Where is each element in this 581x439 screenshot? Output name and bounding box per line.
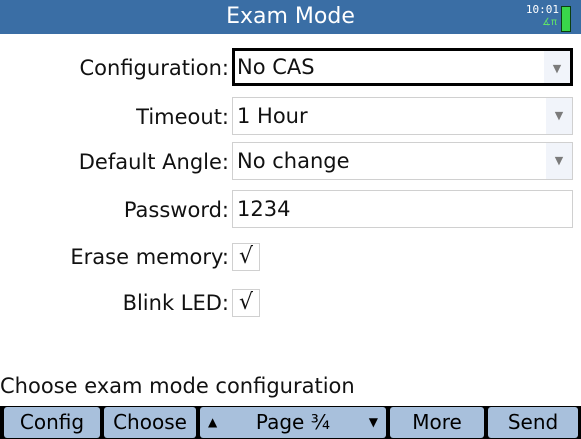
config-button[interactable]: Config (4, 407, 100, 438)
chevron-down-icon[interactable]: ▼ (546, 143, 572, 179)
configuration-value: No CAS (237, 55, 315, 79)
timeout-row: Timeout: 1 Hour ▼ (0, 97, 581, 137)
erase-memory-row: Erase memory: √ (0, 237, 581, 277)
blink-led-label: Blink LED: (122, 291, 229, 315)
title-bar: Exam Mode 10:01 ∡π (0, 0, 581, 34)
page-indicator[interactable]: ▲ Page ³⁄₄ ▼ (200, 407, 386, 438)
choose-button[interactable]: Choose (104, 407, 196, 438)
clock: 10:01 (525, 3, 559, 16)
configuration-label: Configuration: (79, 56, 230, 80)
password-field[interactable]: 1234 (232, 190, 573, 228)
help-text: Choose exam mode configuration (0, 374, 355, 398)
default-angle-dropdown[interactable]: No change ▼ (232, 142, 573, 180)
app-title: Exam Mode (226, 4, 355, 29)
page-down-icon[interactable]: ▼ (369, 407, 378, 438)
page-label: Page ³⁄₄ (255, 410, 331, 434)
configuration-dropdown[interactable]: No CAS ▼ (232, 48, 573, 86)
chevron-down-icon[interactable]: ▼ (544, 51, 570, 83)
erase-memory-checkbox[interactable]: √ (232, 243, 260, 271)
timeout-dropdown[interactable]: 1 Hour ▼ (232, 97, 573, 135)
password-value: 1234 (237, 197, 291, 221)
erase-memory-label: Erase memory: (70, 245, 229, 269)
more-button[interactable]: More (390, 407, 484, 438)
timeout-label: Timeout: (136, 105, 229, 129)
blink-led-checkbox[interactable]: √ (232, 289, 260, 317)
configuration-row: Configuration: No CAS ▼ (0, 48, 581, 88)
soft-menu-bar: Config Choose ▲ Page ³⁄₄ ▼ More Send (0, 406, 581, 439)
status-area: 10:01 ∡π (523, 2, 573, 32)
send-button[interactable]: Send (488, 407, 578, 438)
default-angle-row: Default Angle: No change ▼ (0, 142, 581, 182)
angle-mode-icon: ∡π (542, 17, 557, 28)
blink-led-row: Blink LED: √ (0, 283, 581, 323)
page-up-icon[interactable]: ▲ (208, 407, 217, 438)
timeout-value: 1 Hour (237, 104, 308, 128)
password-row: Password: 1234 (0, 190, 581, 230)
default-angle-value: No change (237, 149, 350, 173)
battery-icon (561, 6, 571, 32)
chevron-down-icon[interactable]: ▼ (546, 98, 572, 134)
default-angle-label: Default Angle: (78, 150, 229, 174)
password-label: Password: (123, 198, 229, 222)
